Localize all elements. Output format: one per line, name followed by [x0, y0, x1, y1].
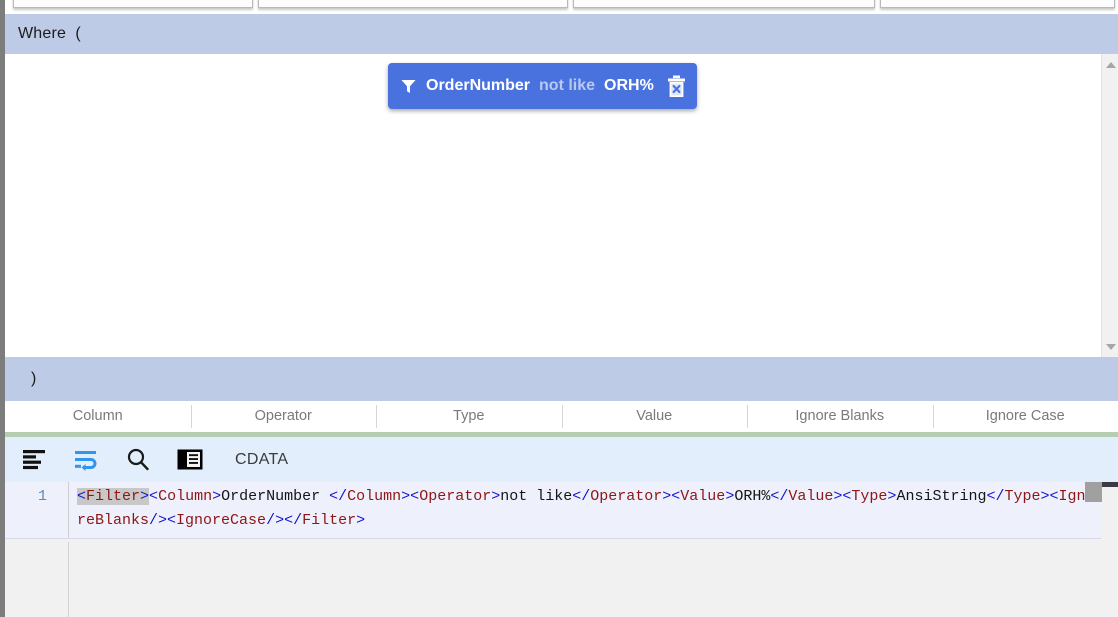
- code-token: >: [725, 488, 735, 505]
- code-token: >: [140, 488, 150, 505]
- where-clause-footer: ): [5, 357, 1118, 401]
- filter-column-headers: Column Operator Type Value Ignore Blanks…: [5, 401, 1118, 432]
- filter-canvas[interactable]: OrderNumber not like ORH%: [5, 54, 1118, 357]
- code-scrollbar-corner: [1102, 482, 1118, 487]
- code-token: />: [149, 512, 168, 529]
- filter-chip-operator: not like: [539, 77, 596, 94]
- code-line-block[interactable]: 1 <Filter><Column>OrderNumber </Column><…: [5, 482, 1101, 539]
- code-token: Operator: [590, 488, 663, 505]
- code-token: <: [167, 512, 177, 529]
- tab-stub-2[interactable]: [258, 0, 568, 8]
- code-token: Type: [1004, 488, 1041, 505]
- filter-chip-value: ORH%: [604, 77, 654, 94]
- code-token: </: [770, 488, 789, 505]
- tab-stub-4[interactable]: [880, 0, 1115, 8]
- code-token: Type: [851, 488, 888, 505]
- xml-code-editor[interactable]: 1 <Filter><Column>OrderNumber </Column><…: [5, 482, 1118, 617]
- filter-chip-column: OrderNumber: [426, 77, 531, 94]
- column-header-ignore-blanks[interactable]: Ignore Blanks: [747, 401, 933, 432]
- code-token: </: [986, 488, 1005, 505]
- scroll-down-icon[interactable]: [1102, 338, 1118, 355]
- code-token: >: [401, 488, 411, 505]
- line-number: 1: [37, 488, 47, 505]
- code-token: >: [356, 512, 366, 529]
- code-line-row[interactable]: 1 <Filter><Column>OrderNumber </Column><…: [5, 485, 1101, 533]
- column-header-value[interactable]: Value: [561, 401, 748, 432]
- tab-stub-3[interactable]: [573, 0, 875, 8]
- filter-canvas-scrollbar[interactable]: [1101, 54, 1118, 357]
- code-editor-toolbar: CDATA: [5, 437, 1118, 482]
- filter-chip[interactable]: OrderNumber not like ORH%: [388, 63, 697, 109]
- column-header-type[interactable]: Type: [376, 401, 562, 432]
- trash-delete-icon[interactable]: [666, 75, 687, 98]
- code-token: </: [329, 488, 348, 505]
- code-token: >: [212, 488, 222, 505]
- code-token: Column: [158, 488, 213, 505]
- code-horizontal-scrollbar-thumb[interactable]: [1085, 482, 1102, 502]
- code-line-text[interactable]: <Filter><Column>OrderNumber </Column><Op…: [57, 485, 1101, 533]
- query-builder-panel: Where ( OrderNumber not like ORH%) Colu…: [0, 0, 1118, 617]
- code-token: ORH%: [734, 488, 771, 505]
- cdata-label: CDATA: [235, 450, 289, 468]
- word-wrap-icon[interactable]: [73, 447, 99, 473]
- where-clause-header: Where (: [5, 14, 1118, 54]
- scroll-up-icon[interactable]: [1102, 56, 1118, 73]
- code-token: <: [149, 488, 159, 505]
- where-label: Where (: [18, 25, 81, 42]
- code-token: IgnoreCase: [176, 512, 267, 529]
- code-token: Operator: [419, 488, 492, 505]
- code-token: >: [1040, 488, 1050, 505]
- code-token: <: [77, 488, 87, 505]
- code-token: Value: [788, 488, 834, 505]
- filter-funnel-icon: [400, 78, 417, 95]
- code-token: OrderNumber: [221, 488, 330, 505]
- code-token: <: [1049, 488, 1059, 505]
- code-token: Filter: [302, 512, 357, 529]
- code-token: AnsiString: [896, 488, 987, 505]
- tab-stub-1[interactable]: [13, 0, 253, 8]
- top-tab-strip: [5, 0, 1118, 14]
- code-gutter-divider: [68, 542, 69, 617]
- left-gray-rail: [0, 0, 5, 617]
- split-panel-icon[interactable]: [177, 447, 203, 473]
- close-paren-label: ): [31, 370, 37, 387]
- code-token: not like: [500, 488, 573, 505]
- code-token: Value: [680, 488, 726, 505]
- column-header-column[interactable]: Column: [5, 401, 191, 432]
- code-gutter-rule: [68, 482, 69, 538]
- code-token: >: [491, 488, 501, 505]
- code-token: </: [572, 488, 591, 505]
- code-token: <: [410, 488, 420, 505]
- code-token: Column: [347, 488, 402, 505]
- code-token: </: [284, 512, 303, 529]
- code-token: Filter: [86, 488, 141, 505]
- code-token: >: [662, 488, 672, 505]
- search-icon[interactable]: [125, 447, 151, 473]
- code-token: <: [671, 488, 681, 505]
- code-empty-area: [5, 542, 1118, 617]
- column-header-ignore-case[interactable]: Ignore Case: [932, 401, 1118, 432]
- column-header-operator[interactable]: Operator: [190, 401, 377, 432]
- format-indent-icon[interactable]: [21, 447, 47, 473]
- code-token: />: [266, 512, 285, 529]
